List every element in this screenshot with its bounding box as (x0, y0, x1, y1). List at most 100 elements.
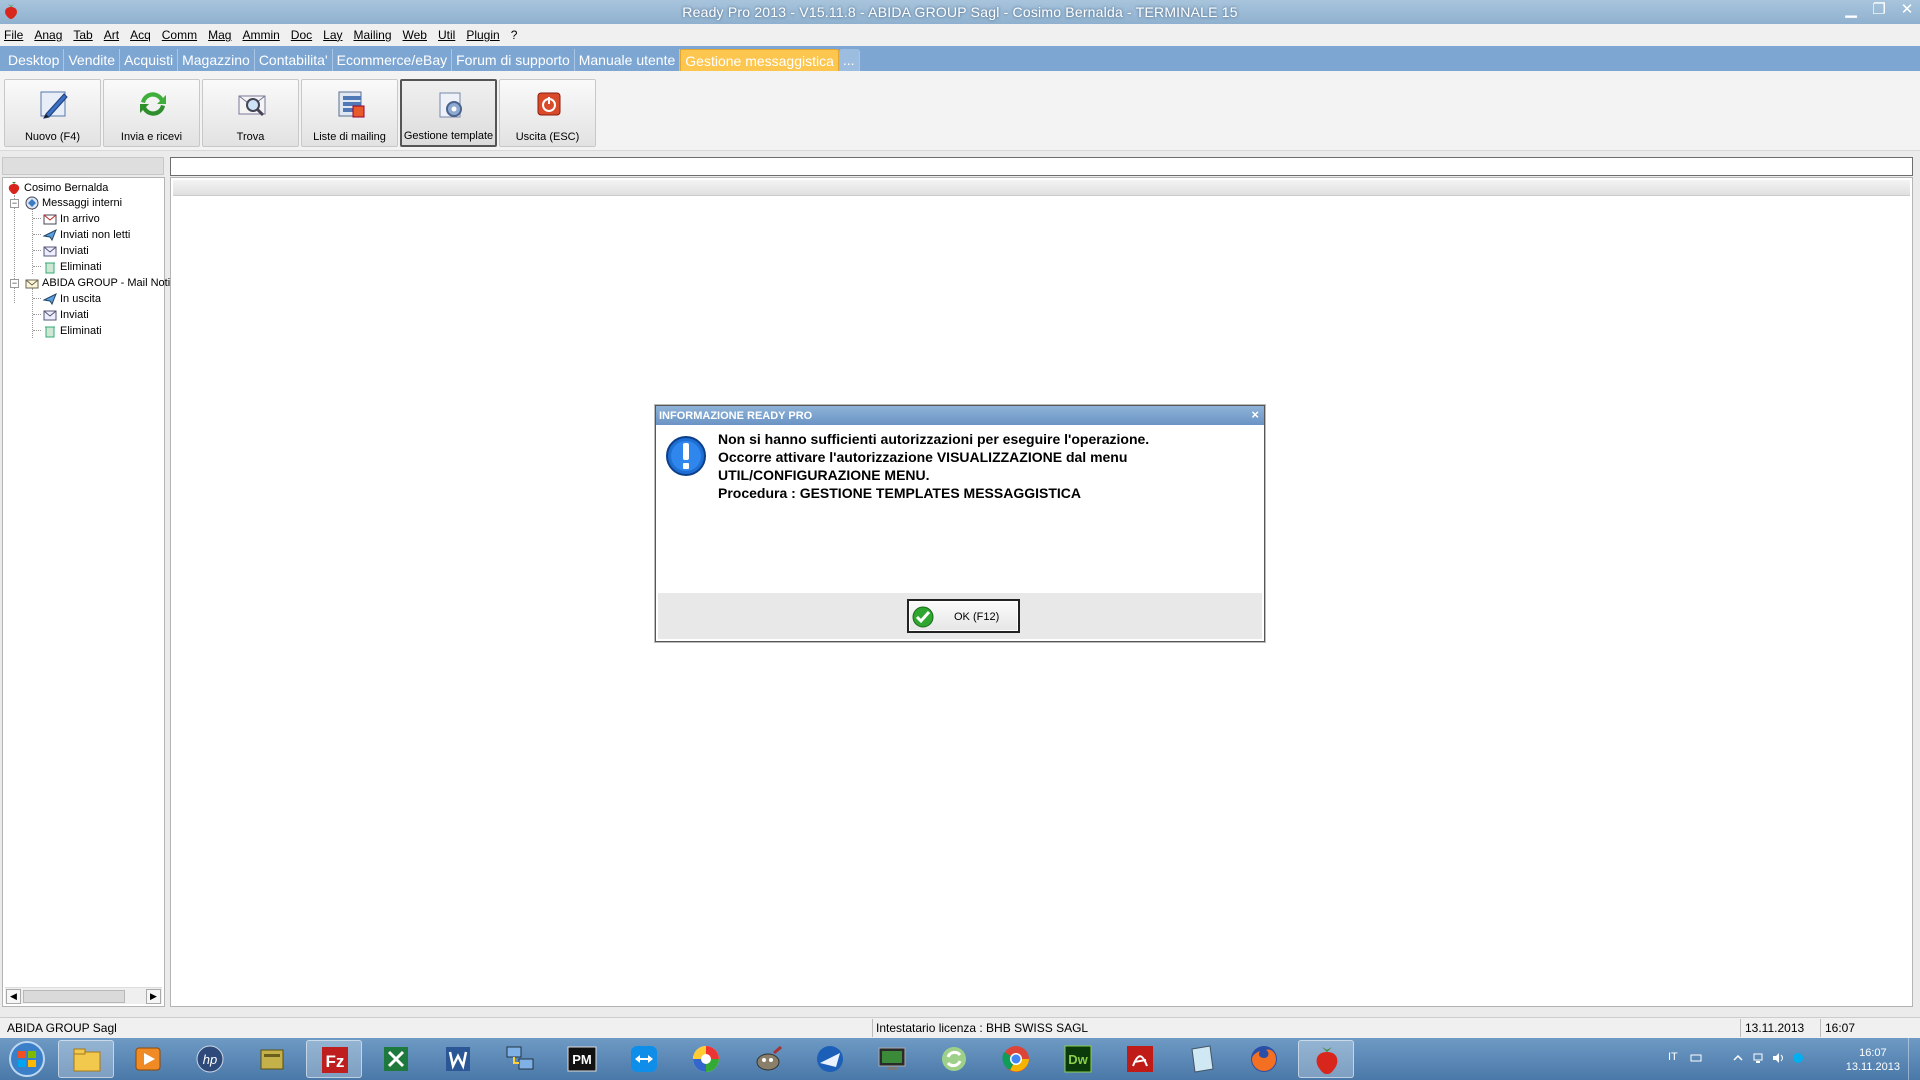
scroll-thumb[interactable] (23, 990, 125, 1003)
excel-icon[interactable] (368, 1040, 424, 1078)
tree-node-account-deleted[interactable]: Eliminati (43, 323, 102, 339)
tab-gestione-messaggistica[interactable]: Gestione messaggistica (680, 49, 839, 71)
tree-node-outbox[interactable]: In uscita (43, 291, 101, 307)
tree-node-inbox[interactable]: In arrivo (43, 211, 100, 227)
tab-contabilita[interactable]: Contabilita' (255, 49, 333, 71)
dreamweaver-logo-icon: Dw (1064, 1045, 1092, 1073)
picasa-icon[interactable] (678, 1040, 734, 1078)
readypro-icon[interactable] (1298, 1040, 1354, 1078)
filezilla-icon[interactable]: Fz (306, 1040, 362, 1078)
hp-icon[interactable]: hp (182, 1040, 238, 1078)
monitor-icon[interactable] (864, 1040, 920, 1078)
mailing-lists-button[interactable]: Liste di mailing (301, 79, 398, 147)
dialog-close-icon[interactable]: × (1251, 407, 1259, 422)
menu-anag[interactable]: Anag (34, 28, 62, 42)
tree-node-account-sent[interactable]: Inviati (43, 307, 89, 323)
network-icon[interactable] (492, 1040, 548, 1078)
send-receive-icon (140, 92, 166, 116)
message-list-header (173, 180, 1910, 196)
info-exclamation-icon (666, 436, 706, 476)
clock[interactable]: 16:07 13.11.2013 (1846, 1046, 1900, 1074)
chrome-icon[interactable] (988, 1040, 1044, 1078)
network-tray-icon[interactable] (1752, 1052, 1764, 1064)
new-button[interactable]: Nuovo (F4) (4, 79, 101, 147)
keyboard-icon[interactable] (1690, 1052, 1702, 1064)
recycle-icon[interactable] (926, 1040, 982, 1078)
show-desktop-button[interactable] (1908, 1038, 1920, 1080)
archive-icon[interactable] (244, 1040, 300, 1078)
menu-tab[interactable]: Tab (73, 28, 92, 42)
path-field[interactable] (170, 157, 1913, 176)
recycle-arrows-icon (942, 1047, 966, 1071)
tab-manuale[interactable]: Manuale utente (575, 49, 681, 71)
collapse-internal-toggle[interactable]: − (10, 199, 19, 208)
collapse-account-toggle[interactable]: − (10, 279, 19, 288)
firefox-icon[interactable] (1236, 1040, 1292, 1078)
teamviewer-icon[interactable] (616, 1040, 672, 1078)
menu-art[interactable]: Art (104, 28, 119, 42)
tab-more[interactable]: ... (838, 49, 860, 71)
power-exit-icon (537, 92, 561, 116)
tab-vendite[interactable]: Vendite (64, 49, 121, 71)
info-dialog: INFORMAZIONE READY PRO × Non si hanno su… (655, 405, 1265, 642)
monitor-screen-icon (878, 1047, 906, 1070)
acrobat-icon[interactable] (1112, 1040, 1168, 1078)
dialog-title: INFORMAZIONE READY PRO (656, 406, 1264, 425)
word-icon[interactable] (430, 1040, 486, 1078)
explorer-icon[interactable] (58, 1040, 114, 1078)
tab-desktop[interactable]: Desktop (4, 49, 65, 71)
menu-web[interactable]: Web (403, 28, 427, 42)
start-button-windows-icon[interactable] (4, 1040, 50, 1078)
menu-util[interactable]: Util (438, 28, 455, 42)
tree-node-internal-messages[interactable]: Messaggi interni (25, 195, 122, 211)
menu-lay[interactable]: Lay (323, 28, 342, 42)
menu-plugin[interactable]: Plugin (466, 28, 499, 42)
menu-ammin[interactable]: Ammin (242, 28, 279, 42)
menu-help[interactable]: ? (511, 28, 518, 42)
pm-logo-icon: PM (567, 1046, 597, 1072)
firefox-logo-icon (1251, 1046, 1277, 1072)
tree-horizontal-scrollbar[interactable]: ◀ ▶ (5, 987, 162, 1004)
restore-button[interactable]: ❐ (1866, 0, 1892, 22)
menu-file[interactable]: File (4, 28, 23, 42)
tab-acquisti[interactable]: Acquisti (120, 49, 179, 71)
tab-magazzino[interactable]: Magazzino (178, 49, 255, 71)
menu-mag[interactable]: Mag (208, 28, 231, 42)
tree-node-deleted[interactable]: Eliminati (43, 259, 102, 275)
menu-doc[interactable]: Doc (291, 28, 312, 42)
tab-ecommerce[interactable]: Ecommerce/eBay (333, 49, 453, 71)
language-indicator[interactable]: IT (1668, 1051, 1678, 1063)
exit-button[interactable]: Uscita (ESC) (499, 79, 596, 147)
user-strawberry-icon (8, 182, 20, 194)
gimp-icon[interactable] (740, 1040, 796, 1078)
scroll-left-arrow-icon[interactable]: ◀ (6, 989, 21, 1004)
media-player-icon[interactable] (120, 1040, 176, 1078)
scroll-right-arrow-icon[interactable]: ▶ (146, 989, 161, 1004)
minimize-button[interactable]: ▁ (1838, 0, 1864, 22)
dialog-message-line: UTIL/CONFIGURAZIONE MENU. (718, 467, 930, 483)
tree-node-sent[interactable]: Inviati (43, 243, 89, 259)
volume-icon[interactable] (1772, 1052, 1784, 1064)
dialog-message-line: Occorre attivare l'autorizzazione VISUAL… (718, 449, 1128, 465)
close-button[interactable]: ✕ (1894, 0, 1920, 22)
thunderbird-logo-icon (817, 1046, 843, 1072)
menu-comm[interactable]: Comm (162, 28, 197, 42)
menu-acq[interactable]: Acq (130, 28, 151, 42)
tree-node-sent-unread[interactable]: Inviati non letti (43, 227, 130, 243)
tree-line (33, 314, 41, 315)
notepad-icon[interactable] (1174, 1040, 1230, 1078)
tree-node-mail-account[interactable]: ABIDA GROUP - Mail Noti (25, 275, 170, 291)
templates-button[interactable]: Gestione template (400, 79, 497, 147)
send-receive-button[interactable]: Invia e ricevi (103, 79, 200, 147)
menu-mailing[interactable]: Mailing (354, 28, 392, 42)
tree-node-user[interactable]: Cosimo Bernalda (7, 180, 108, 196)
dreamweaver-icon[interactable]: Dw (1050, 1040, 1106, 1078)
tray-expand-icon[interactable] (1732, 1052, 1744, 1064)
thunderbird-icon[interactable] (802, 1040, 858, 1078)
skype-icon[interactable] (1792, 1052, 1804, 1064)
title-bar: Ready Pro 2013 - V15.11.8 - ABIDA GROUP … (0, 0, 1920, 24)
ok-button[interactable]: OK (F12) (907, 599, 1020, 633)
tab-forum[interactable]: Forum di supporto (452, 49, 575, 71)
pm-icon[interactable]: PM (554, 1040, 610, 1078)
find-button[interactable]: Trova (202, 79, 299, 147)
